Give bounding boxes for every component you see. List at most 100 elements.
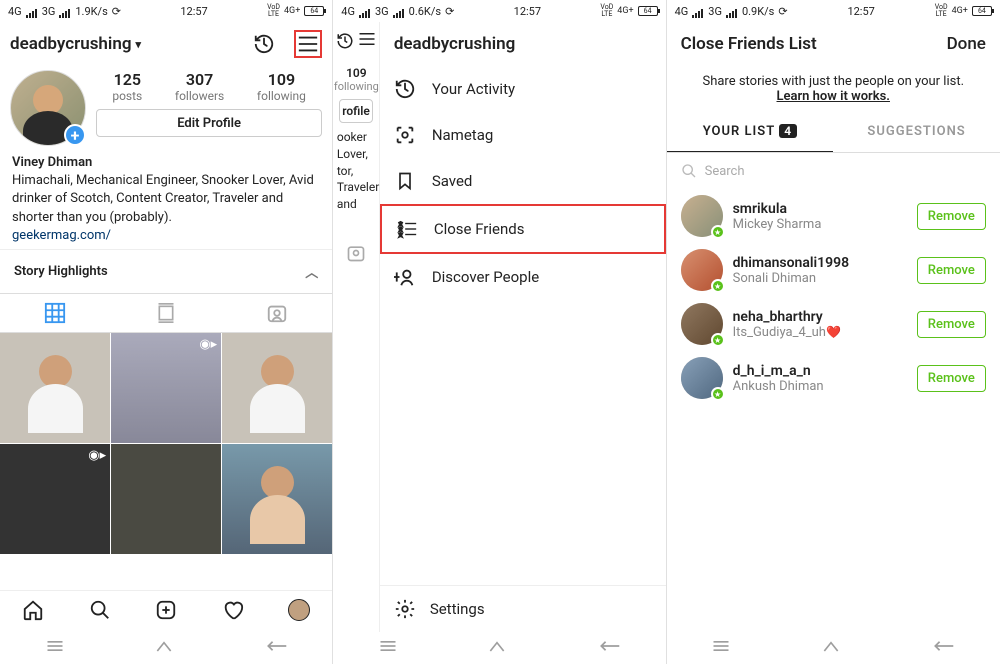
menu-your-activity[interactable]: Your Activity <box>380 66 666 112</box>
avatar[interactable] <box>681 249 723 291</box>
chevron-up-icon: ︿ <box>305 262 318 281</box>
network-label: 4G <box>675 5 689 18</box>
lte-icon: VoDLTE <box>935 4 948 18</box>
remove-button[interactable]: Remove <box>917 365 986 392</box>
star-badge-icon <box>711 387 725 401</box>
tab-tagged[interactable] <box>222 294 333 332</box>
bio-text: Himachali, Mechanical Engineer, Snooker … <box>12 172 320 227</box>
friend-username[interactable]: dhimansonali1998 <box>733 255 907 271</box>
remove-button[interactable]: Remove <box>917 203 986 230</box>
following-stat[interactable]: 109following <box>257 70 306 103</box>
signal-icon <box>359 5 371 18</box>
bio-link[interactable]: geekermag.com/ <box>12 227 320 245</box>
home-button[interactable] <box>154 639 174 657</box>
back-button[interactable] <box>264 639 288 657</box>
close-friends-tabs: YOUR LIST4 SUGGESTIONS <box>667 112 1000 153</box>
edit-profile-partial: rofile <box>339 99 373 123</box>
hamburger-menu-button[interactable] <box>294 30 322 58</box>
clock: 12:57 <box>180 5 207 18</box>
signal-icon-2 <box>393 5 405 18</box>
status-bar: 4G 3G 0.9K/s ⟳ 12:57 VoDLTE 4G+ 64 <box>667 0 1000 22</box>
friend-row: smrikulaMickey Sharma Remove <box>667 189 1000 243</box>
screen-close-friends: 4G 3G 0.9K/s ⟳ 12:57 VoDLTE 4G+ 64 Close… <box>667 0 1000 664</box>
friend-name: Ankush Dhiman <box>733 379 907 394</box>
avatar[interactable] <box>681 357 723 399</box>
sync-icon: ⟳ <box>112 5 121 18</box>
username-dropdown[interactable]: deadbycrushing ▾ <box>10 34 141 54</box>
post-thumbnail[interactable]: ◉▸ <box>0 444 110 554</box>
back-button[interactable] <box>597 639 621 657</box>
profile-avatar[interactable]: + <box>10 70 86 146</box>
friend-username[interactable]: smrikula <box>733 201 907 217</box>
menu-label: Settings <box>430 600 485 618</box>
menu-label: Close Friends <box>434 220 525 238</box>
sync-icon: ⟳ <box>778 5 787 18</box>
friend-username[interactable]: neha_bharthry <box>733 309 907 325</box>
menu-label: Your Activity <box>432 80 515 98</box>
signal-icon <box>26 5 38 18</box>
heart-icon[interactable] <box>222 599 244 625</box>
followers-stat[interactable]: 307followers <box>175 70 224 103</box>
display-name: Viney Dhiman <box>12 154 320 172</box>
nametag-icon <box>394 124 416 146</box>
home-button[interactable] <box>821 639 841 657</box>
status-bar: 4G 3G 1.9K/s ⟳ 12:57 VoDLTE 4G+ 64 <box>0 0 332 22</box>
back-button[interactable] <box>931 639 955 657</box>
friend-row: neha_bharthryIts_Gudiya_4_uh❤️ Remove <box>667 297 1000 351</box>
recents-button[interactable] <box>45 639 65 657</box>
system-nav <box>667 632 1000 664</box>
posts-stat[interactable]: 125posts <box>112 70 142 103</box>
signal-icon-2 <box>726 5 738 18</box>
menu-label: Nametag <box>432 126 493 144</box>
menu-label: Discover People <box>432 268 539 286</box>
profile-nav-avatar[interactable] <box>288 599 310 625</box>
friend-username[interactable]: d_h_i_m_a_n <box>733 363 907 379</box>
post-thumbnail[interactable] <box>222 333 332 443</box>
tab-feed[interactable] <box>111 294 222 332</box>
activity-icon <box>336 32 354 50</box>
tab-grid[interactable] <box>0 294 111 332</box>
close-friends-description: Share stories with just the people on yo… <box>667 66 1000 112</box>
new-post-icon[interactable] <box>155 599 177 625</box>
search-input[interactable]: Search <box>667 153 1000 189</box>
recents-button[interactable] <box>378 639 398 657</box>
sig-label: 3G <box>42 5 56 18</box>
tab-your-list[interactable]: YOUR LIST4 <box>667 112 834 152</box>
recents-button[interactable] <box>711 639 731 657</box>
home-icon[interactable] <box>22 599 44 625</box>
avatar[interactable] <box>681 303 723 345</box>
menu-label: Saved <box>432 172 473 190</box>
clock: 12:57 <box>514 5 541 18</box>
remove-button[interactable]: Remove <box>917 311 986 338</box>
done-button[interactable]: Done <box>947 34 986 54</box>
post-thumbnail[interactable] <box>111 444 221 554</box>
battery-icon: 64 <box>638 6 658 16</box>
count-badge: 4 <box>779 124 797 138</box>
menu-saved[interactable]: Saved <box>380 158 666 204</box>
photo-grid: ◉▸ ◉▸ <box>0 333 332 554</box>
menu-settings[interactable]: Settings <box>380 585 666 632</box>
data-speed: 0.6K/s <box>409 5 441 18</box>
close-friends-icon <box>396 218 418 240</box>
activity-button[interactable] <box>250 30 278 58</box>
add-story-icon[interactable]: + <box>64 124 86 146</box>
menu-close-friends[interactable]: Close Friends <box>380 204 666 254</box>
post-thumbnail[interactable]: ◉▸ <box>111 333 221 443</box>
story-highlights-toggle[interactable]: Story Highlights ︿ <box>0 249 332 293</box>
home-button[interactable] <box>487 639 507 657</box>
username-label: deadbycrushing <box>10 34 132 54</box>
menu-discover-people[interactable]: Discover People <box>380 254 666 300</box>
network-label: 4G <box>341 5 355 18</box>
edit-profile-button[interactable]: Edit Profile <box>96 109 322 137</box>
tab-suggestions[interactable]: SUGGESTIONS <box>833 112 1000 152</box>
search-icon[interactable] <box>89 599 111 625</box>
remove-button[interactable]: Remove <box>917 257 986 284</box>
learn-link[interactable]: Learn how it works. <box>777 89 890 104</box>
data-speed: 0.9K/s <box>742 5 774 18</box>
post-thumbnail[interactable] <box>222 444 332 554</box>
hd-icon: 4G+ <box>284 6 300 16</box>
menu-nametag[interactable]: Nametag <box>380 112 666 158</box>
avatar[interactable] <box>681 195 723 237</box>
sig-label: 3G <box>708 5 722 18</box>
post-thumbnail[interactable] <box>0 333 110 443</box>
